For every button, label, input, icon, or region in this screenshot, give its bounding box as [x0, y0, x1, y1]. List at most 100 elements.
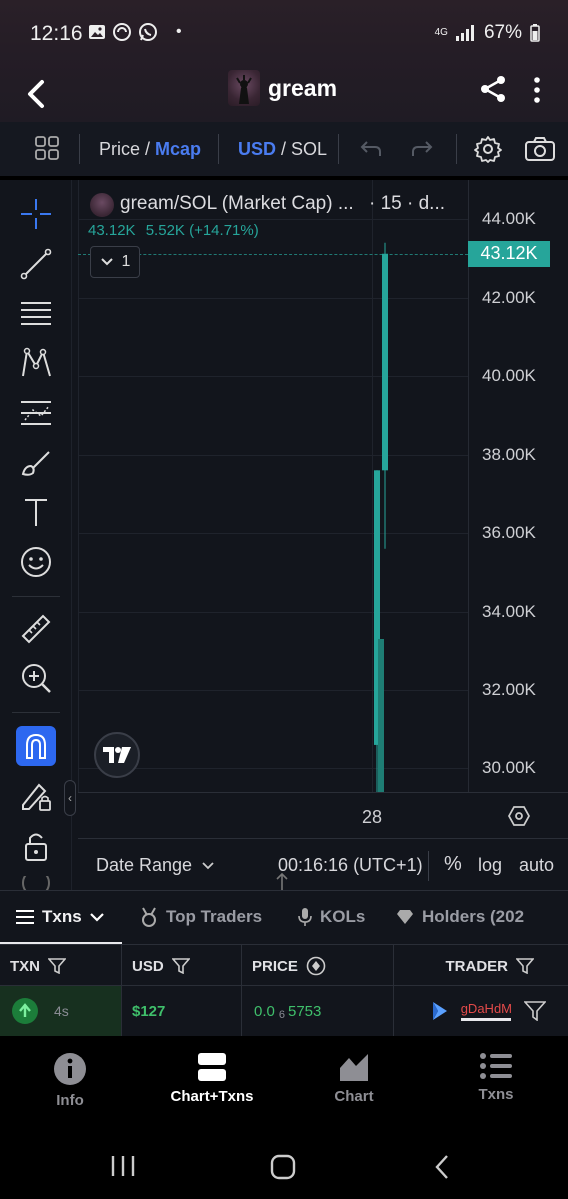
tradingview-logo[interactable]	[94, 732, 140, 778]
tab-holders[interactable]: Holders (202	[396, 907, 524, 927]
home-button[interactable]	[270, 1154, 296, 1185]
forecast-tool[interactable]	[18, 395, 54, 431]
unlock-icon	[25, 833, 47, 861]
chart-clock[interactable]: 00:16:16 (UTC+1)	[278, 855, 423, 876]
date-range-dropdown[interactable]: Date Range	[96, 855, 214, 876]
buy-indicator	[12, 998, 38, 1024]
filter-icon[interactable]	[524, 1001, 546, 1021]
lock-all-tool[interactable]	[18, 828, 54, 864]
auto-scale-toggle[interactable]: auto	[519, 855, 554, 876]
toolbar-separator	[12, 712, 60, 713]
candle-body[interactable]	[382, 253, 388, 471]
network-type: 4G	[434, 27, 448, 38]
microphone-icon	[298, 908, 312, 926]
undo-button[interactable]	[359, 138, 383, 165]
layout-grid-button[interactable]	[34, 135, 60, 166]
pencil-lock-icon	[22, 783, 51, 811]
signal-icon	[455, 25, 474, 41]
area-chart-icon	[340, 1054, 368, 1081]
chart-toolbar: Price / Mcap USD / SOL	[0, 122, 568, 176]
brush-tool[interactable]	[18, 445, 54, 481]
y-tick-label: 30.00K	[482, 758, 536, 778]
status-time: 12:16	[30, 22, 83, 45]
axis-settings-button[interactable]	[507, 805, 531, 832]
filter-icon	[48, 958, 66, 974]
y-tick-label: 44.00K	[482, 209, 536, 229]
usd-option[interactable]: USD	[238, 139, 276, 159]
candle-body[interactable]	[378, 639, 384, 792]
collapse-toolbar-tab[interactable]: ‹	[64, 780, 76, 816]
chart-settings-button[interactable]	[474, 135, 502, 168]
system-back-button[interactable]	[432, 1154, 452, 1185]
legend-interval: · 15 · d...	[368, 193, 446, 214]
price-mcap-toggle[interactable]: Price / Mcap	[99, 139, 201, 160]
emoji-tool[interactable]	[18, 544, 54, 580]
status-system-icons: 4G 67%	[435, 22, 540, 44]
share-button[interactable]	[478, 74, 508, 109]
nav-chart-label: Chart	[334, 1088, 374, 1105]
measure-tool[interactable]	[18, 611, 54, 647]
grid-icon	[35, 136, 59, 160]
trend-line-icon	[20, 248, 52, 280]
currency-toggle-icon	[306, 956, 326, 976]
crosshair-tool[interactable]	[18, 196, 54, 232]
table-row[interactable]: 4s $127 0.0 6 5753 gDaHdM	[0, 986, 568, 1036]
diamond-icon	[397, 910, 413, 924]
y-tick-label: 32.00K	[482, 680, 536, 699]
sol-option[interactable]: SOL	[291, 139, 327, 159]
pattern-tool[interactable]	[18, 345, 54, 381]
zoom-tool[interactable]	[18, 660, 54, 696]
recents-button[interactable]	[110, 1154, 136, 1183]
tab-kols[interactable]: KOLs	[298, 907, 365, 927]
back-button[interactable]	[20, 72, 52, 112]
nav-txns[interactable]: Txns	[436, 1052, 556, 1103]
mcap-option[interactable]: Mcap	[155, 139, 201, 159]
more-menu-button[interactable]	[532, 76, 542, 109]
x-axis: 28	[78, 792, 568, 838]
magnet-mode-button[interactable]	[16, 726, 56, 766]
horizontal-lines-icon	[21, 302, 51, 325]
redo-button[interactable]	[410, 138, 434, 165]
y-tick-label: 34.00K	[482, 601, 536, 621]
trend-line-tool[interactable]	[18, 246, 54, 282]
column-trader[interactable]: TRADER	[394, 945, 568, 987]
kebab-menu-icon	[534, 77, 540, 103]
toggle-separator: /	[276, 139, 292, 159]
share-icon	[481, 76, 505, 102]
status-dot: •	[176, 23, 182, 40]
screenshot-button[interactable]	[524, 136, 556, 167]
column-usd[interactable]: USD	[122, 945, 242, 987]
column-txn[interactable]: TXN	[0, 945, 122, 987]
fib-retracement-tool[interactable]	[18, 296, 54, 332]
grid-vertical	[468, 180, 469, 792]
percent-scale-toggle[interactable]: %	[444, 853, 462, 876]
trader-address[interactable]: gDaHdM	[461, 1001, 512, 1016]
nav-info[interactable]: Info	[10, 1052, 130, 1109]
currency-toggle[interactable]: USD / SOL	[238, 139, 327, 160]
tab-txns[interactable]: Txns	[16, 907, 104, 927]
tab-top-traders[interactable]: Top Traders	[140, 907, 262, 927]
column-price[interactable]: PRICE	[242, 945, 394, 987]
trader-link[interactable]: gDaHdM	[461, 1001, 512, 1021]
exchange-logo-icon	[432, 1002, 447, 1020]
date-range-label: Date Range	[96, 855, 193, 875]
trader-underline	[461, 1018, 512, 1021]
table-header: TXN USD PRICE TRADER	[0, 944, 568, 987]
last-price-tag: 43.12K	[468, 240, 550, 267]
nav-txns-label: Txns	[478, 1086, 514, 1103]
log-scale-toggle[interactable]: log	[478, 855, 502, 876]
forecast-icon	[21, 401, 51, 425]
legend-collapse-button[interactable]: 1	[90, 246, 140, 278]
token-avatar	[228, 70, 260, 106]
nav-chart[interactable]: Chart	[294, 1052, 414, 1105]
price-option[interactable]: Price	[99, 139, 140, 159]
nav-chart-txns[interactable]: Chart+Txns	[152, 1052, 272, 1105]
eye-tool[interactable]	[18, 876, 54, 890]
battery-icon	[530, 24, 540, 42]
tab-txns-label: Txns	[42, 907, 82, 926]
app-header: gream	[0, 64, 568, 122]
lock-drawing-tool[interactable]	[18, 778, 54, 814]
brush-icon	[21, 451, 50, 476]
status-notification-icons: •	[88, 22, 182, 42]
text-tool[interactable]	[18, 494, 54, 530]
